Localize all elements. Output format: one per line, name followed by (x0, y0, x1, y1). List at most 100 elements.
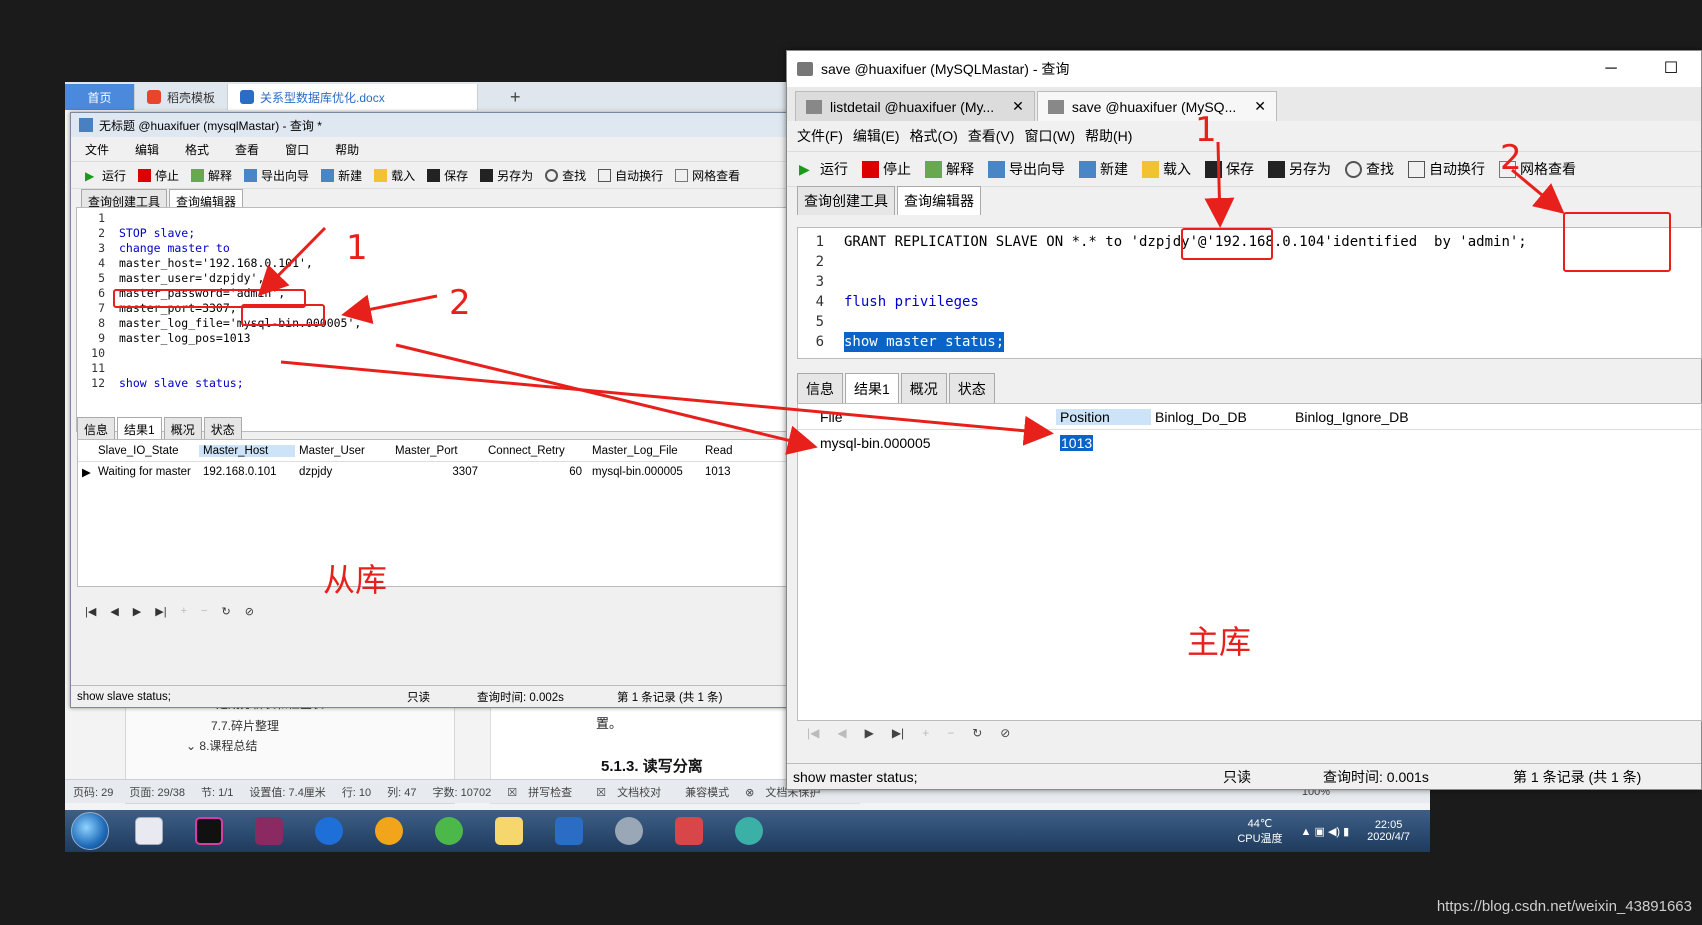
table-row[interactable]: ▶ Waiting for master 192.168.0.101 dzpjd… (78, 462, 788, 482)
explain-button[interactable]: 解释 (925, 159, 974, 179)
next-record-button[interactable]: ▶ (865, 726, 874, 740)
menu-edit[interactable]: 编辑(E) (853, 126, 900, 146)
slave-result-grid[interactable]: Slave_IO_State Master_Host Master_User M… (77, 439, 789, 587)
table-cell[interactable]: 1013 (701, 466, 741, 478)
toc-item[interactable]: 7.7.碎片整理 (211, 717, 279, 734)
find-button[interactable]: 查找 (545, 167, 586, 184)
teamviewer-icon[interactable] (303, 812, 355, 850)
col-header[interactable]: Slave_IO_State (94, 445, 199, 457)
tray-icons[interactable]: ▲ ▣ ◀) ▮ (1301, 825, 1350, 838)
last-record-button[interactable]: ▶| (892, 726, 904, 740)
save-as-button[interactable]: 另存为 (1268, 159, 1331, 179)
toc-item[interactable]: ⌄ 8.课程总结 (186, 737, 257, 754)
wps-tab-templates[interactable]: 稻壳模板 (135, 84, 229, 110)
slave-sql-editor[interactable]: 1 2 STOP slave; 3 change master to 4 master… (76, 207, 788, 432)
stop-button[interactable]: 停止 (138, 167, 179, 184)
tab-query-editor[interactable]: 查询编辑器 (897, 186, 981, 215)
export-wizard-button[interactable]: 导出向导 (988, 159, 1065, 179)
tab-profile[interactable]: 概况 (163, 417, 202, 439)
table-cell[interactable]: dzpjdy (295, 466, 391, 478)
delete-record-button[interactable]: − (201, 605, 207, 617)
add-record-button[interactable]: + (922, 726, 929, 740)
intellij-icon[interactable] (183, 812, 235, 850)
maximize-button[interactable]: ☐ (1641, 51, 1701, 87)
save-as-button[interactable]: 另存为 (480, 167, 533, 184)
search-everything-icon[interactable] (363, 812, 415, 850)
clock[interactable]: 22:05 2020/4/7 (1367, 819, 1410, 843)
load-button[interactable]: 载入 (374, 167, 415, 184)
stop-icon[interactable]: ⊘ (1000, 726, 1010, 740)
doc-tab-listdetail[interactable]: listdetail @huaxifuer (My... ✕ (795, 91, 1035, 121)
col-header[interactable]: Master_User (295, 445, 391, 457)
spellcheck-toggle[interactable]: ☒ 拼写检查 (499, 784, 588, 800)
col-header[interactable]: Read (701, 445, 741, 457)
col-header[interactable]: Master_Port (391, 445, 484, 457)
stop-icon[interactable]: ⊘ (245, 605, 254, 618)
col-header[interactable]: Master_Log_File (588, 445, 701, 457)
doc-tab-save[interactable]: save @huaxifuer (MySQ... ✕ (1036, 91, 1277, 121)
tab-result1[interactable]: 结果1 (117, 417, 162, 439)
menu-help[interactable]: 帮助 (335, 141, 359, 158)
menu-window[interactable]: 窗口 (285, 141, 309, 158)
col-header[interactable]: Binlog_Ignore_DB (1291, 409, 1461, 425)
word-wrap-button[interactable]: 自动换行 (598, 167, 663, 184)
table-cell[interactable]: mysql-bin.000005 (588, 466, 701, 478)
wps-writer-icon[interactable] (543, 812, 595, 850)
table-cell[interactable]: 60 (484, 466, 588, 478)
run-button[interactable]: ▶ 运行 (85, 167, 126, 184)
minimize-button[interactable]: ─ (1581, 51, 1641, 87)
new-button[interactable]: 新建 (321, 167, 362, 184)
master-title-bar[interactable]: save @huaxifuer (MySQLMastar) - 查询 ─ ☐ (787, 51, 1701, 87)
refresh-icon[interactable]: ↻ (221, 605, 230, 618)
menu-help[interactable]: 帮助(H) (1085, 126, 1132, 146)
col-header[interactable]: Master_Host (199, 444, 295, 457)
menu-edit[interactable]: 编辑 (135, 141, 159, 158)
first-record-button[interactable]: |◀ (807, 726, 819, 740)
refresh-icon[interactable]: ↻ (972, 726, 982, 740)
next-record-button[interactable]: ▶ (133, 605, 141, 618)
pencil-app-icon[interactable] (663, 812, 715, 850)
close-icon[interactable]: ✕ (1244, 98, 1266, 115)
load-button[interactable]: 载入 (1142, 159, 1191, 179)
delete-record-button[interactable]: − (947, 726, 954, 740)
winrar-icon[interactable] (243, 812, 295, 850)
tab-status[interactable]: 状态 (203, 417, 242, 439)
tab-status[interactable]: 状态 (948, 373, 995, 403)
new-button[interactable]: 新建 (1079, 159, 1128, 179)
last-record-button[interactable]: ▶| (155, 605, 166, 618)
export-wizard-button[interactable]: 导出向导 (244, 167, 309, 184)
wps-new-tab-button[interactable]: + (478, 84, 533, 110)
tab-result1[interactable]: 结果1 (845, 373, 899, 403)
navicat-icon[interactable] (723, 812, 775, 850)
tab-info[interactable]: 信息 (797, 373, 843, 403)
save-button[interactable]: 保存 (427, 167, 468, 184)
col-header[interactable]: Position (1056, 408, 1151, 425)
menu-view[interactable]: 查看 (235, 141, 259, 158)
table-row[interactable]: ▶ mysql-bin.000005 1013 (798, 430, 1701, 456)
wps-tab-home[interactable]: 首页 (65, 84, 135, 110)
tab-info[interactable]: 信息 (77, 417, 116, 439)
col-header[interactable]: Connect_Retry (484, 445, 588, 457)
table-cell[interactable]: 192.168.0.101 (199, 466, 295, 478)
menu-format[interactable]: 格式(O) (910, 126, 958, 146)
snipping-tool-icon[interactable] (123, 812, 175, 850)
close-icon[interactable]: ✕ (1002, 98, 1024, 115)
menu-window[interactable]: 窗口(W) (1024, 126, 1075, 146)
tab-query-builder[interactable]: 查询创建工具 (797, 186, 895, 215)
first-record-button[interactable]: |◀ (85, 605, 96, 618)
stop-button[interactable]: 停止 (862, 159, 911, 179)
master-result-grid[interactable]: File Position Binlog_Do_DB Binlog_Ignore… (797, 403, 1702, 721)
col-header[interactable]: File (816, 409, 1056, 425)
proofread-toggle[interactable]: ☒ 文档校对 (588, 784, 677, 800)
menu-file[interactable]: 文件 (85, 141, 109, 158)
grid-view-button[interactable]: 网格查看 (675, 167, 740, 184)
settings-gear-icon[interactable] (603, 812, 655, 850)
tab-profile[interactable]: 概况 (900, 373, 947, 403)
slave-title-bar[interactable]: 无标题 @huaxifuer (mysqlMastar) - 查询 * (71, 113, 789, 137)
run-button[interactable]: ▶ 运行 (799, 159, 848, 179)
wps-tab-doc[interactable]: 关系型数据库优化.docx (228, 84, 479, 110)
save-button[interactable]: 保存 (1205, 159, 1254, 179)
table-cell-selected[interactable]: 1013 (1060, 435, 1094, 451)
table-cell[interactable]: Waiting for master (94, 466, 199, 478)
explain-button[interactable]: 解释 (191, 167, 232, 184)
